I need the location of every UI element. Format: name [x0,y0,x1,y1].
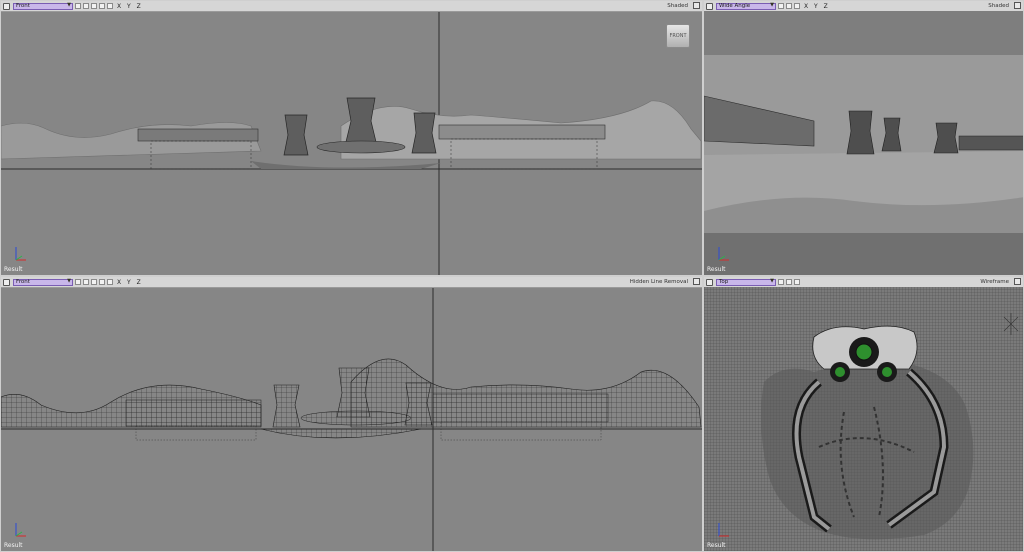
viewport-menu-icon[interactable] [706,2,713,10]
viewport-menu-icon[interactable] [3,2,10,10]
toolbar-toggle[interactable] [75,279,81,285]
toolbar-toggle[interactable] [778,279,784,285]
axis-toggles[interactable]: X Y Z [117,279,143,286]
view-selector[interactable]: Wide Angle [716,2,776,10]
maximize-icon[interactable] [693,278,700,285]
render-mode[interactable]: Wireframe [980,279,1009,285]
viewport-toolbar: Front X Y Z Hidden Line Removal [1,277,702,288]
viewport-wide-angle[interactable]: Wide Angle X Y Z Shaded Result [703,0,1024,276]
axis-gizmo-icon [15,523,26,537]
viewport-menu-icon[interactable] [706,278,713,286]
toolbar-toggle[interactable] [75,3,81,9]
hidden-line-scene [1,288,702,551]
top-wireframe-scene [704,287,1023,551]
toolbar-toggle[interactable] [91,279,97,285]
camera-icon[interactable] [107,3,113,9]
render-mode[interactable]: Shaded [988,3,1009,9]
camera-icon[interactable] [794,279,800,285]
viewport-menu-icon[interactable] [3,278,10,286]
front-shaded-scene [1,12,702,275]
view-selector[interactable]: Front [13,2,73,10]
viewport-label: Result [4,542,23,549]
view-cube-front[interactable]: FRONT [666,24,690,48]
toolbar-toggle[interactable] [83,3,89,9]
toolbar-toggle[interactable] [786,3,792,9]
toolbar-toggle[interactable] [786,279,792,285]
wide-angle-scene [704,11,1023,275]
view-selector[interactable]: Top [716,278,776,286]
axis-gizmo-icon [718,247,729,261]
render-mode[interactable]: Hidden Line Removal [630,279,688,285]
toolbar-toggle[interactable] [83,279,89,285]
viewport-label: Result [4,266,23,273]
viewport-toolbar: Wide Angle X Y Z Shaded [704,1,1023,12]
maximize-icon[interactable] [693,2,700,9]
toolbar-toggle[interactable] [99,279,105,285]
maximize-icon[interactable] [1014,278,1021,285]
maximize-icon[interactable] [1014,2,1021,9]
viewport-label: Result [707,266,726,273]
axis-toggles[interactable]: X Y Z [804,3,830,10]
render-mode[interactable]: Shaded [667,3,688,9]
viewport-top-wireframe[interactable]: Top Wireframe [703,276,1024,552]
viewport-label: Result [707,542,726,549]
axis-toggles[interactable]: X Y Z [117,3,143,10]
viewport-toolbar: Front X Y Z Shaded [1,1,702,12]
axis-gizmo-icon [718,523,729,537]
view-selector[interactable]: Front [13,278,73,286]
camera-icon[interactable] [107,279,113,285]
camera-icon[interactable] [794,3,800,9]
toolbar-toggle[interactable] [91,3,97,9]
viewport-front-hidden-line[interactable]: Front X Y Z Hidden Line Removal [0,276,703,552]
viewport-front-shaded[interactable]: Front X Y Z Shaded FRONT Result [0,0,703,276]
viewport-toolbar: Top Wireframe [704,277,1023,288]
toolbar-toggle[interactable] [778,3,784,9]
toolbar-toggle[interactable] [99,3,105,9]
axis-gizmo-icon [15,247,26,261]
